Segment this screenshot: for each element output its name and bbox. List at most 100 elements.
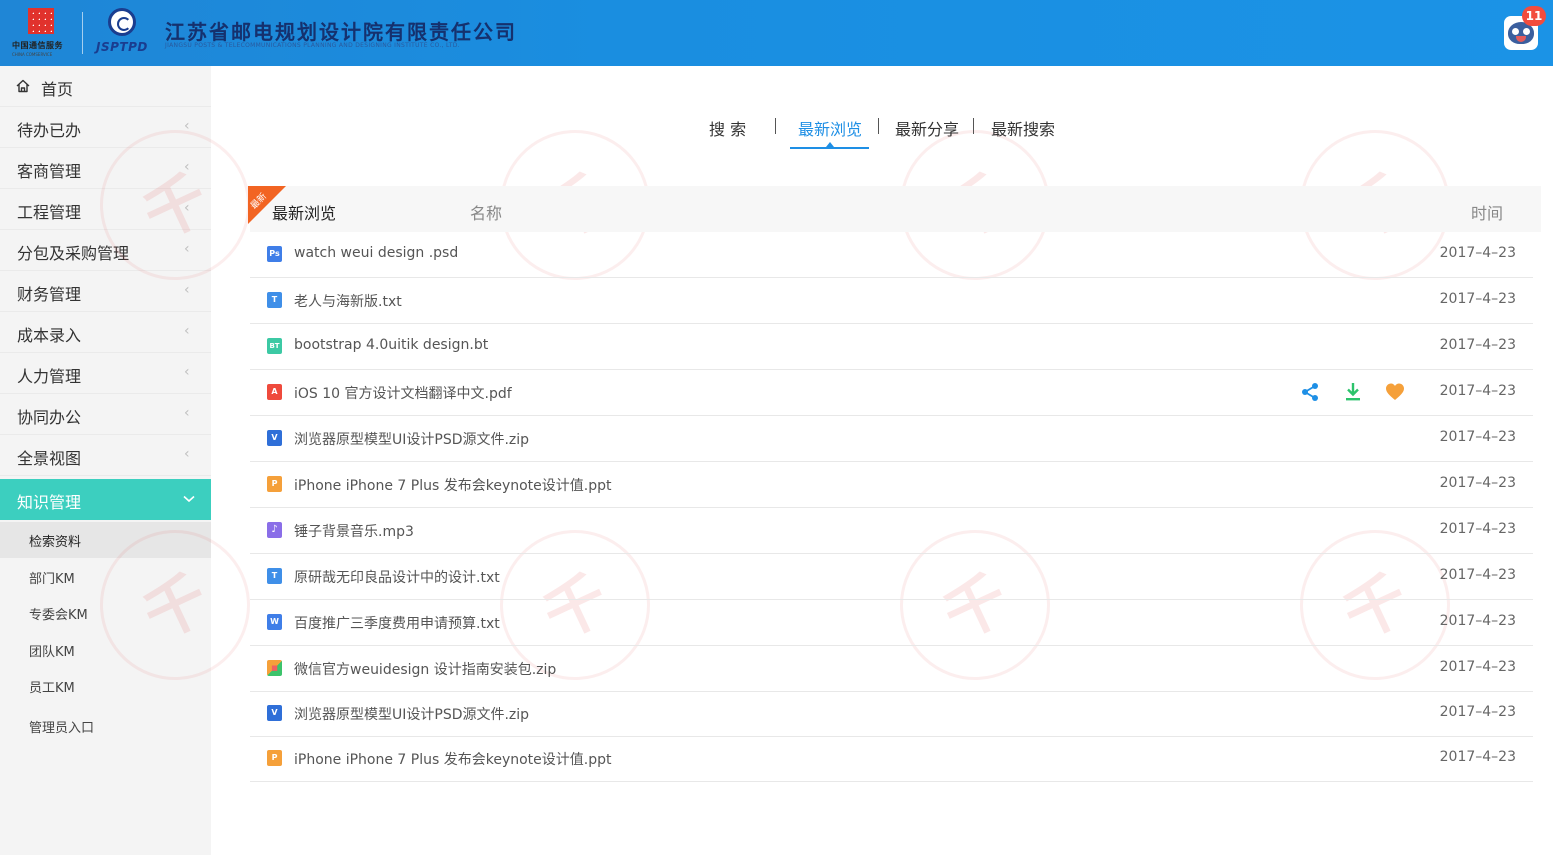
sidebar-subitem-label: 管理员入口: [29, 721, 95, 736]
sidebar-item-label: 全景视图: [17, 449, 82, 468]
chevron-left-icon: ‹: [184, 200, 190, 216]
file-date: 2017–4–23: [1439, 704, 1516, 720]
file-name[interactable]: 微信官方weuidesign 设计指南安装包.zip: [294, 659, 556, 679]
sidebar-subitem-label: 团队KM: [29, 645, 75, 660]
table-row[interactable]: BT bootstrap 4.0uitik design.bt 2017–4–2…: [250, 324, 1533, 370]
table-row[interactable]: ■ 微信官方weuidesign 设计指南安装包.zip 2017–4–23: [250, 646, 1533, 692]
sidebar-item-label: 协同办公: [17, 408, 82, 427]
file-name[interactable]: 锤子背景音乐.mp3: [294, 521, 414, 541]
tab-recent-browse[interactable]: 最新浏览: [798, 116, 862, 140]
file-name[interactable]: 老人与海新版.txt: [294, 291, 402, 311]
table-row[interactable]: W 百度推广三季度费用申请预算.txt 2017–4–23: [250, 600, 1533, 646]
jsptpd-logo-mark: [108, 8, 136, 36]
table-row[interactable]: V 浏览器原型模型UI设计PSD源文件.zip 2017–4–23: [250, 416, 1533, 462]
file-name[interactable]: 浏览器原型模型UI设计PSD源文件.zip: [294, 429, 529, 449]
sidebar-subitem-team-km[interactable]: 团队KM: [0, 632, 211, 668]
tab-separator: [775, 118, 776, 134]
file-name[interactable]: 浏览器原型模型UI设计PSD源文件.zip: [294, 704, 529, 724]
file-name[interactable]: iPhone iPhone 7 Plus 发布会keynote设计值.ppt: [294, 749, 611, 769]
file-name[interactable]: bootstrap 4.0uitik design.bt: [294, 337, 488, 353]
file-date: 2017–4–23: [1439, 429, 1516, 445]
table-row[interactable]: A iOS 10 官方设计文档翻译中文.pdf 2017–4–23: [250, 370, 1533, 416]
tab-separator: [878, 118, 879, 134]
table-row[interactable]: T 老人与海新版.txt 2017–4–23: [250, 278, 1533, 324]
sidebar-subitem-label: 检索资料: [29, 535, 82, 550]
file-date: 2017–4–23: [1439, 383, 1516, 399]
sidebar-item-label: 人力管理: [17, 367, 82, 386]
chevron-left-icon: ‹: [184, 282, 190, 298]
file-date: 2017–4–23: [1439, 749, 1516, 765]
ppt-file-icon: P: [267, 750, 282, 766]
sidebar-subitem-committee-km[interactable]: 专委会KM: [0, 595, 211, 631]
table-row[interactable]: T 原研哉无印良品设计中的设计.txt 2017–4–23: [250, 554, 1533, 600]
china-comservice-logo-text: 中国通信服务: [12, 41, 63, 50]
sidebar-subitem-department-km[interactable]: 部门KM: [0, 559, 211, 595]
zip-file-icon: V: [267, 705, 282, 721]
file-name[interactable]: 百度推广三季度费用申请预算.txt: [294, 613, 500, 633]
file-name[interactable]: iOS 10 官方设计文档翻译中文.pdf: [294, 383, 512, 403]
sidebar-item-collaboration[interactable]: 协同办公 ‹: [0, 394, 211, 435]
sidebar-item-todo[interactable]: 待办已办 ‹: [0, 107, 211, 148]
file-date: 2017–4–23: [1439, 245, 1516, 261]
tab-active-indicator: [790, 142, 869, 149]
sidebar-item-label: 待办已办: [17, 121, 82, 140]
txt-file-icon: T: [267, 292, 282, 308]
sidebar-item-procurement[interactable]: 分包及采购管理 ‹: [0, 230, 211, 271]
sidebar-subitem-search-materials[interactable]: 检索资料: [0, 522, 211, 558]
table-row[interactable]: ♪ 锤子背景音乐.mp3 2017–4–23: [250, 508, 1533, 554]
sidebar-item-hr[interactable]: 人力管理 ‹: [0, 353, 211, 394]
tab-separator: [973, 118, 974, 134]
notification-badge[interactable]: 11: [1522, 6, 1546, 26]
sidebar-subitem-employee-km[interactable]: 员工KM: [0, 668, 211, 704]
tab-recent-search[interactable]: 最新搜索: [991, 116, 1055, 140]
music-file-icon: ♪: [267, 522, 282, 538]
zip-file-icon: V: [267, 430, 282, 446]
sidebar-subitem-admin-entry[interactable]: 管理员入口: [0, 708, 211, 744]
tab-search[interactable]: 搜 索: [709, 116, 746, 140]
file-date: 2017–4–23: [1439, 613, 1516, 629]
file-name[interactable]: watch weui design .psd: [294, 245, 458, 261]
sidebar-item-merchants[interactable]: 客商管理 ‹: [0, 148, 211, 189]
bt-file-icon: BT: [267, 338, 282, 354]
column-header-name: 名称: [470, 204, 503, 223]
chevron-left-icon: ‹: [184, 405, 190, 421]
sidebar-item-cost-entry[interactable]: 成本录入 ‹: [0, 312, 211, 353]
table-row[interactable]: Ps watch weui design .psd 2017–4–23: [250, 232, 1533, 278]
chevron-left-icon: ‹: [184, 446, 190, 462]
sidebar-item-engineering[interactable]: 工程管理 ‹: [0, 189, 211, 230]
sidebar-item-label: 首页: [41, 80, 74, 99]
file-date: 2017–4–23: [1439, 567, 1516, 583]
chevron-left-icon: ‹: [184, 118, 190, 134]
download-icon[interactable]: [1343, 382, 1363, 402]
table-title: 最新浏览: [272, 204, 337, 223]
sidebar-item-home[interactable]: 首页: [0, 66, 211, 107]
file-date: 2017–4–23: [1439, 337, 1516, 353]
table-row[interactable]: P iPhone iPhone 7 Plus 发布会keynote设计值.ppt…: [250, 736, 1533, 782]
file-name[interactable]: iPhone iPhone 7 Plus 发布会keynote设计值.ppt: [294, 475, 611, 495]
chevron-down-icon: [183, 495, 195, 503]
table-header: [250, 186, 1541, 232]
sidebar-subitem-label: 员工KM: [29, 681, 75, 696]
chevron-left-icon: ‹: [184, 241, 190, 257]
jsptpd-logo-text: JSPTPD: [96, 40, 148, 54]
home-icon: [16, 79, 30, 93]
psd-file-icon: Ps: [267, 246, 282, 262]
share-icon[interactable]: [1300, 382, 1320, 402]
file-date: 2017–4–23: [1439, 521, 1516, 537]
favorite-heart-icon[interactable]: [1385, 382, 1405, 402]
sidebar-item-panorama[interactable]: 全景视图 ‹: [0, 435, 211, 476]
tab-recent-share[interactable]: 最新分享: [895, 116, 959, 140]
table-row[interactable]: P iPhone iPhone 7 Plus 发布会keynote设计值.ppt…: [250, 462, 1533, 508]
sidebar-item-label: 知识管理: [17, 493, 82, 512]
file-name[interactable]: 原研哉无印良品设计中的设计.txt: [294, 567, 500, 587]
pdf-file-icon: A: [267, 384, 282, 400]
sidebar-item-label: 工程管理: [17, 203, 82, 222]
sidebar-item-finance[interactable]: 财务管理 ‹: [0, 271, 211, 312]
company-name-english: JIANGSU POSTS & TELECOMMUNICATIONS PLANN…: [165, 42, 460, 49]
sidebar-item-label: 分包及采购管理: [17, 244, 130, 263]
table-row[interactable]: V 浏览器原型模型UI设计PSD源文件.zip 2017–4–23: [250, 691, 1533, 737]
china-comservice-logo: 中国通信服务 CHINA COMSERVICE: [10, 6, 72, 58]
sidebar-item-knowledge[interactable]: 知识管理: [0, 479, 211, 520]
ppt-file-icon: P: [267, 476, 282, 492]
sidebar-item-label: 客商管理: [17, 162, 82, 181]
